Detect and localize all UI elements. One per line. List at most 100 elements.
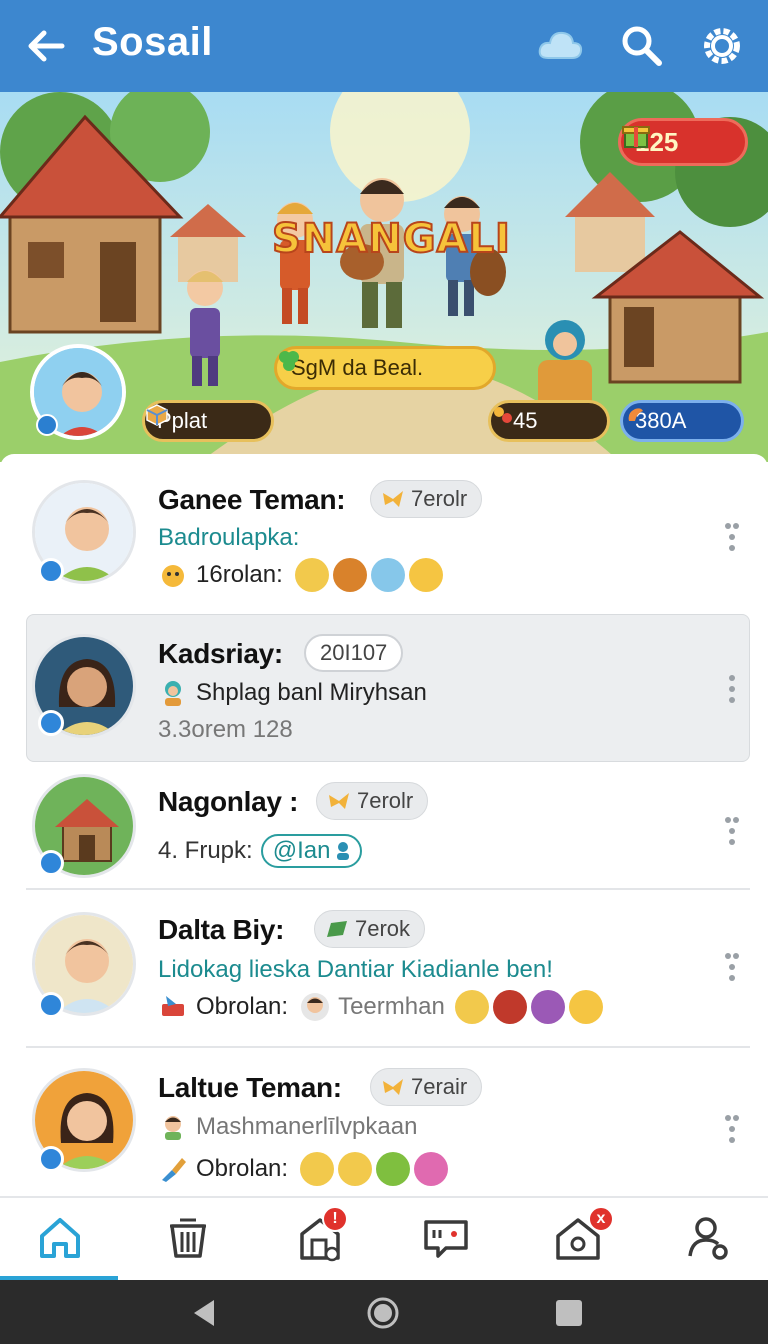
system-back-icon[interactable]	[188, 1296, 222, 1330]
action-pill[interactable]: SgM da Beal.	[274, 346, 496, 390]
coin-badge[interactable]: 125	[618, 118, 748, 166]
system-home-icon[interactable]	[366, 1296, 400, 1330]
cloud-icon[interactable]	[534, 20, 586, 72]
potion-emoji-icon	[414, 1152, 449, 1186]
page-title: Sosail	[92, 20, 213, 64]
wave-emoji-icon	[568, 990, 603, 1024]
chat-preview-label: 16rolan:	[196, 561, 283, 588]
mention-chip[interactable]: @Ian	[260, 834, 363, 868]
wave-emoji-icon	[408, 558, 443, 592]
home-icon[interactable]	[34, 1212, 86, 1264]
chat-tag: 7erair	[370, 1068, 483, 1106]
action-pill-label: SgM da Beal.	[291, 355, 424, 380]
chat-tag: 7erok	[314, 910, 426, 948]
energy-pill[interactable]: 380A	[620, 400, 744, 442]
app-bar: Sosail	[0, 0, 768, 92]
ribbon-icon	[383, 491, 403, 507]
more-options-icon[interactable]	[722, 950, 742, 984]
player-pill[interactable]: Pplat	[142, 400, 274, 442]
chat-name: Dalta Biy:	[158, 914, 285, 945]
mention-label: @Ian	[272, 837, 331, 864]
chat-tag: 20I107	[304, 634, 404, 672]
online-status-dot	[38, 558, 64, 584]
notification-badge: x	[588, 1206, 614, 1232]
more-options-icon[interactable]	[722, 672, 742, 706]
chat-preview-label: Obrolan:	[196, 1155, 289, 1182]
emoji-group	[453, 990, 603, 1024]
online-status-dot	[36, 414, 58, 436]
online-status-dot	[38, 850, 64, 876]
chat-subtitle-row: Mashmanerlīlvpkaan	[158, 1112, 417, 1142]
gems-icon	[494, 407, 512, 423]
ball-emoji-icon	[370, 558, 405, 592]
trash-icon[interactable]	[162, 1212, 214, 1264]
chat-name: Nagonlay :	[158, 786, 299, 817]
chat-subtitle: Mashmanerlīlvpkaan	[196, 1113, 418, 1140]
chat-tag-label: 7erolr	[357, 788, 414, 813]
row-divider	[26, 1046, 750, 1048]
chat-name: Kadsriay:	[158, 638, 283, 669]
gems-count: 45	[513, 408, 538, 433]
chat-preview-user: Teermhan	[338, 993, 445, 1020]
smile-emoji-icon	[294, 558, 329, 592]
emoji-group	[298, 1152, 449, 1186]
profile-icon[interactable]	[682, 1212, 734, 1264]
leaf-icon	[327, 921, 347, 937]
chat-preview-label: Obrolan:	[196, 993, 289, 1020]
ribbon-icon	[329, 793, 349, 809]
chat-subtitle: Lidokag lieska Dantiar Kiadianle ben!	[158, 956, 553, 983]
clover-icon	[279, 351, 299, 371]
game-banner[interactable]: SNANGALI 125 SgM da Beal. Pplat 45 380A	[0, 92, 768, 462]
system-navigation-bar	[0, 1280, 768, 1344]
ribbon-icon	[383, 1079, 403, 1095]
chat-subtitle-row: Shplag banl Miryhsan	[158, 678, 427, 708]
chat-tag-label: 7erok	[355, 916, 411, 941]
user-sticker-icon	[165, 1116, 181, 1140]
emoji-group	[293, 558, 443, 592]
chat-tag-label: 7erolr	[411, 486, 468, 511]
search-icon[interactable]	[616, 20, 668, 72]
chat-preview: 3.3orem 128	[158, 716, 293, 743]
smile-emoji-icon	[300, 1152, 335, 1186]
more-options-icon[interactable]	[722, 520, 742, 554]
chat-tag: 7erolr	[316, 782, 429, 820]
more-options-icon[interactable]	[722, 1112, 742, 1146]
chat-tag: 7erolr	[370, 480, 483, 518]
book-sticker-icon	[162, 996, 184, 1016]
notification-badge: !	[322, 1206, 348, 1232]
chat-icon[interactable]	[420, 1212, 472, 1264]
system-recents-icon[interactable]	[552, 1296, 586, 1330]
chat-preview: 16rolan:	[158, 558, 443, 592]
energy-icon	[628, 408, 643, 421]
more-options-icon[interactable]	[722, 814, 742, 848]
sticker-icon	[162, 565, 184, 587]
chat-name: Ganee Teman:	[158, 484, 346, 515]
chat-preview: Obrolan:	[158, 1152, 449, 1186]
chat-tag-label: 7erair	[411, 1074, 468, 1099]
back-arrow-icon[interactable]	[22, 22, 70, 70]
chat-subtitle: Badroulapka:	[158, 524, 300, 551]
chat-name: Laltue Teman:	[158, 1072, 342, 1103]
chat-preview: Obrolan: Teermhan	[158, 990, 603, 1024]
chat-preview-label: 4. Frupk:	[158, 837, 253, 864]
bottom-navigation: ! x	[0, 1196, 768, 1282]
chat-tag-label: 20I107	[320, 640, 388, 665]
user-avatar-icon	[301, 993, 330, 1021]
user-pin-icon	[337, 842, 350, 860]
online-status-dot	[38, 992, 64, 1018]
dizzy-emoji-icon	[338, 1152, 373, 1186]
banana-emoji-icon	[376, 1152, 411, 1186]
gift-box-icon	[622, 126, 650, 148]
chat-preview: 4. Frupk: @Ian	[158, 834, 363, 868]
grape-emoji-icon	[530, 990, 565, 1024]
smile-emoji-icon	[454, 990, 489, 1024]
tomato-emoji-icon	[492, 990, 527, 1024]
cube-icon	[146, 404, 168, 426]
settings-icon[interactable]	[696, 20, 748, 72]
user-sticker-icon	[165, 681, 181, 706]
chat-list: Ganee Teman: 7erolr Badroulapka: 16rolan…	[0, 454, 768, 1196]
fruit-emoji-icon	[332, 558, 367, 592]
chat-subtitle: Shplag banl Miryhsan	[196, 679, 427, 706]
online-status-dot	[38, 1146, 64, 1172]
gems-pill[interactable]: 45	[488, 400, 610, 442]
